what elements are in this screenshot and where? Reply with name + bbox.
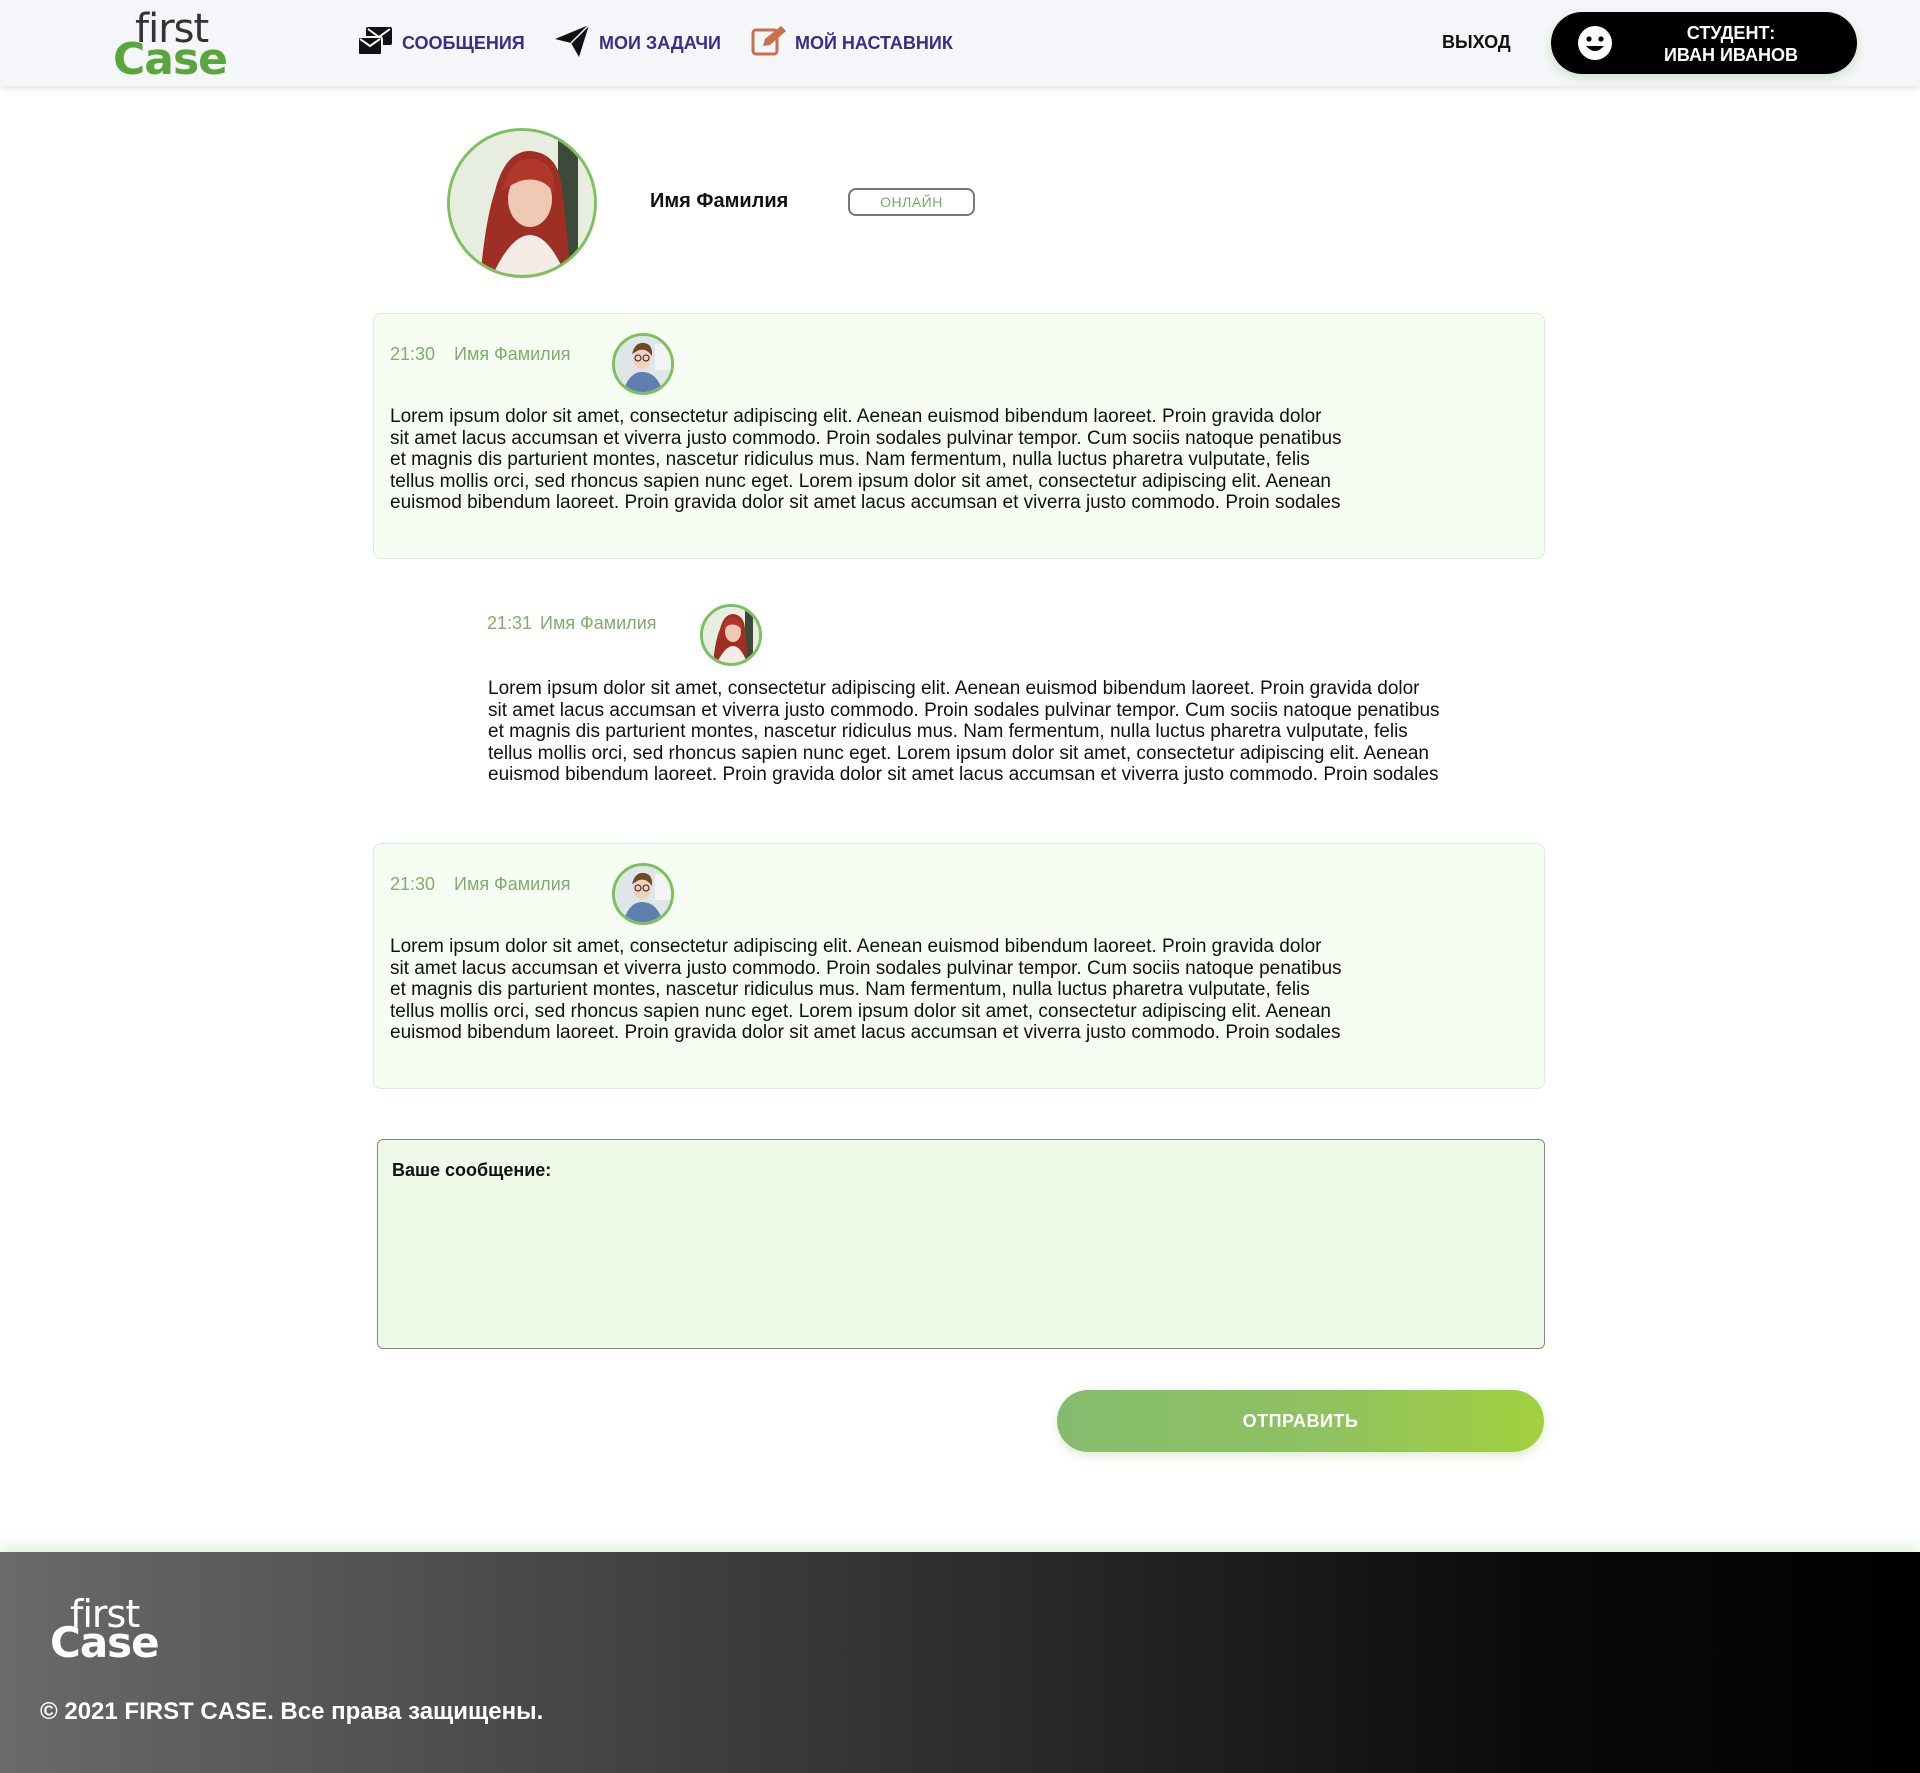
message-time: 21:31 bbox=[487, 613, 533, 633]
message-line: et magnis dis parturient montes, nascetu… bbox=[488, 721, 1408, 742]
message-item: 21:30 Имя Фамилия Lorem ipsum dolor sit … bbox=[373, 843, 1545, 1089]
message-line: et magnis dis parturient montes, nascetu… bbox=[390, 979, 1310, 1000]
nav-messages[interactable]: СООБЩЕНИЯ bbox=[356, 26, 525, 60]
messages-icon bbox=[356, 25, 394, 62]
message-line: sit amet lacus accumsan et viverra justo… bbox=[390, 957, 1342, 979]
message-line: euismod bibendum laoreet. Proin gravida … bbox=[488, 764, 1439, 785]
footer: first Case © 2021 FIRST CASE. Все права … bbox=[0, 1552, 1920, 1773]
message-item: 21:31 Имя Фамилия Lorem ipsum dolor sit … bbox=[470, 583, 1545, 786]
smile-icon bbox=[1577, 25, 1613, 66]
message-line: Lorem ipsum dolor sit amet, consectetur … bbox=[488, 678, 1420, 699]
paper-plane-icon bbox=[553, 23, 591, 64]
status-badge: ОНЛАЙН bbox=[848, 188, 975, 216]
first-case-logo[interactable]: first Case bbox=[113, 6, 233, 85]
footer-logo[interactable]: first Case bbox=[50, 1592, 170, 1667]
logo-case-text: Case bbox=[113, 34, 228, 85]
edit-icon bbox=[751, 24, 787, 63]
message-composer: Ваше сообщение: bbox=[377, 1139, 1545, 1349]
nav-my-tasks[interactable]: МОИ ЗАДАЧИ bbox=[553, 23, 721, 60]
message-line: Lorem ipsum dolor sit amet, consectetur … bbox=[390, 936, 1322, 957]
message-line: sit amet lacus accumsan et viverra justo… bbox=[390, 427, 1342, 449]
nav-tasks-label: МОИ ЗАДАЧИ bbox=[599, 32, 721, 53]
logout-link[interactable]: ВЫХОД bbox=[1442, 32, 1511, 53]
author-avatar bbox=[612, 333, 674, 395]
user-name-label: ИВАН ИВАНОВ bbox=[1663, 45, 1799, 65]
message-author: Имя Фамилия bbox=[454, 344, 571, 364]
composer-label: Ваше сообщение: bbox=[392, 1160, 552, 1180]
user-profile-button[interactable]: СТУДЕНТ: ИВАН ИВАНОВ bbox=[1551, 12, 1857, 74]
copyright-text: © 2021 FIRST CASE. Все права защищены. bbox=[40, 1698, 544, 1725]
nav-messages-label: СООБЩЕНИЯ bbox=[402, 32, 525, 53]
message-text: Lorem ipsum dolor sit amet, consectetur … bbox=[390, 936, 1430, 1044]
message-author: Имя Фамилия bbox=[540, 613, 657, 633]
top-header: first Case СООБЩЕНИЯ МОИ ЗАДАЧИ МОЙ НАСТ… bbox=[0, 0, 1920, 86]
message-text: Lorem ipsum dolor sit amet, consectetur … bbox=[390, 406, 1430, 514]
footer-logo-case-text: Case bbox=[50, 1618, 160, 1667]
message-line: tellus mollis orci, sed rhoncus sapien n… bbox=[390, 470, 1331, 492]
message-text: Lorem ipsum dolor sit amet, consectetur … bbox=[488, 678, 1528, 786]
message-time: 21:30 bbox=[390, 344, 436, 364]
mentor-name: Имя Фамилия bbox=[650, 190, 789, 212]
user-role-label: СТУДЕНТ: bbox=[1686, 23, 1776, 43]
message-time: 21:30 bbox=[390, 874, 436, 894]
author-avatar bbox=[700, 604, 762, 666]
message-author: Имя Фамилия bbox=[454, 874, 571, 894]
message-line: tellus mollis orci, sed rhoncus sapien n… bbox=[390, 1000, 1331, 1022]
message-line: tellus mollis orci, sed rhoncus sapien n… bbox=[488, 742, 1429, 764]
message-line: et magnis dis parturient montes, nascetu… bbox=[390, 449, 1310, 470]
send-button[interactable]: ОТПРАВИТЬ bbox=[1057, 1390, 1544, 1452]
mentor-avatar bbox=[447, 128, 597, 278]
message-item: 21:30 Имя Фамилия Lorem ipsum dolor sit … bbox=[373, 313, 1545, 559]
message-input[interactable] bbox=[392, 1188, 1530, 1338]
message-line: euismod bibendum laoreet. Proin gravida … bbox=[390, 1022, 1341, 1043]
nav-mentor-label: МОЙ НАСТАВНИК bbox=[795, 32, 953, 53]
message-line: Lorem ipsum dolor sit amet, consectetur … bbox=[390, 406, 1322, 427]
message-line: euismod bibendum laoreet. Proin gravida … bbox=[390, 492, 1341, 513]
message-line: sit amet lacus accumsan et viverra justo… bbox=[488, 699, 1440, 721]
nav-my-mentor[interactable]: МОЙ НАСТАВНИК bbox=[751, 24, 953, 63]
author-avatar bbox=[612, 863, 674, 925]
